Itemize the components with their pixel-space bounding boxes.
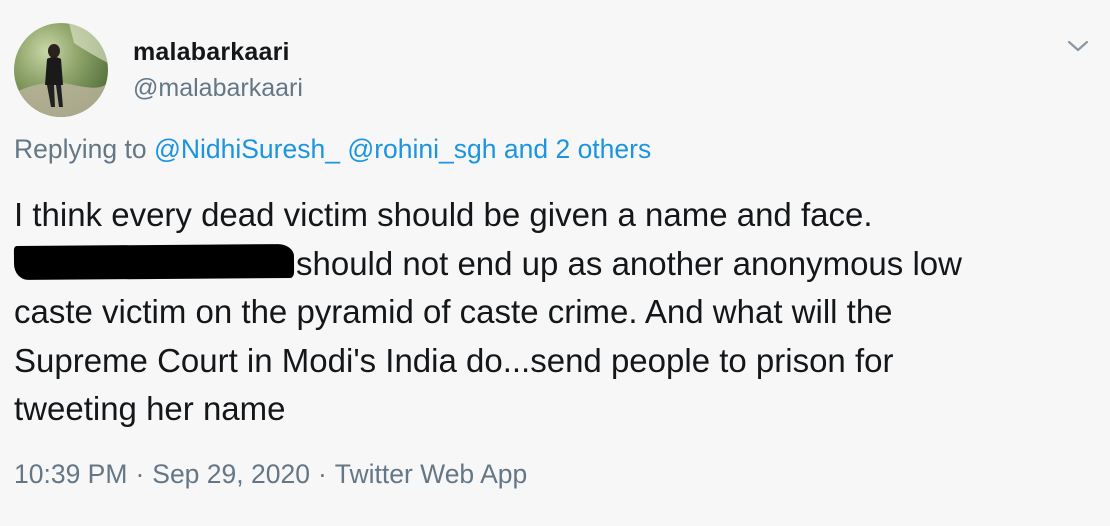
tweet-line-text: should not end up as another anonymous l…	[296, 244, 962, 282]
separator: ·	[317, 459, 327, 489]
tweet-line: Supreme Court in Modi's India do...send …	[14, 341, 894, 379]
tweet-text: I think every dead victim should be give…	[13, 191, 1089, 434]
replying-to: Replying to @NidhiSuresh_ @rohini_sgh an…	[14, 134, 651, 165]
tweet-date[interactable]: Sep 29, 2020	[152, 459, 310, 489]
tweet-metadata: 10:39 PM · Sep 29, 2020 · Twitter Web App	[14, 459, 527, 490]
chevron-down-icon[interactable]	[1066, 36, 1090, 56]
tweet-line: caste victim on the pyramid of caste cri…	[14, 293, 893, 330]
tweet-time[interactable]: 10:39 PM	[14, 459, 127, 489]
tweet-source[interactable]: Twitter Web App	[335, 459, 527, 489]
display-name[interactable]: malabarkaari	[133, 38, 290, 67]
separator: ·	[135, 459, 145, 489]
others-link[interactable]: and 2 others	[504, 134, 651, 164]
mention-link[interactable]: @rohini_sgh	[347, 134, 496, 164]
avatar[interactable]	[14, 23, 108, 117]
user-handle[interactable]: @malabarkaari	[133, 74, 303, 103]
redaction-mark	[13, 243, 295, 280]
tweet-line: I think every dead victim should be give…	[14, 196, 873, 233]
tweet-line: tweeting her name	[14, 390, 286, 427]
avatar-photo	[14, 23, 108, 117]
replying-to-label: Replying to	[14, 134, 147, 164]
tweet-line: should not end up as another anonymous l…	[13, 240, 1089, 289]
mention-link[interactable]: @NidhiSuresh_	[154, 134, 340, 164]
tweet-card: malabarkaari @malabarkaari Replying to @…	[0, 0, 1110, 526]
